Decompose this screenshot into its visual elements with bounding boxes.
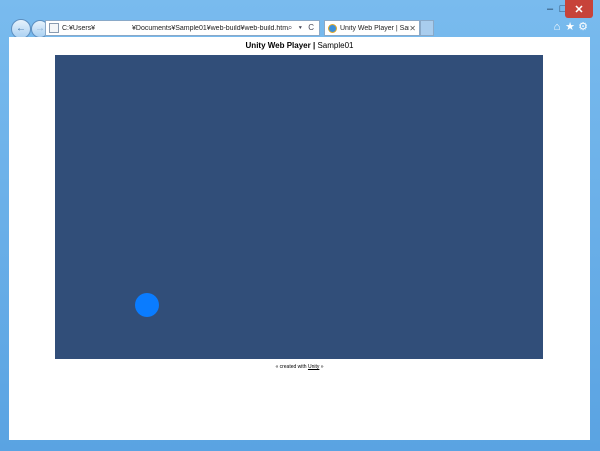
- unity-link[interactable]: Unity: [308, 364, 319, 370]
- footer-suffix: »: [319, 364, 324, 370]
- ball-sprite: [135, 293, 159, 317]
- gear-icon[interactable]: ⚙: [577, 20, 589, 34]
- forward-arrow-icon: →: [35, 23, 45, 34]
- close-button[interactable]: ✕: [565, 0, 593, 18]
- tab-unity-web-player[interactable]: Unity Web Player | Sam... ✕: [324, 20, 420, 36]
- unity-player-canvas[interactable]: [55, 55, 543, 359]
- home-icon[interactable]: ⌂: [551, 20, 563, 34]
- page-icon: [49, 23, 59, 33]
- ie-icon: [328, 23, 337, 33]
- tab-close-icon[interactable]: ✕: [409, 24, 419, 33]
- back-arrow-icon: ←: [16, 23, 26, 34]
- search-refresh-icons[interactable]: ⌕ ▾ C: [288, 23, 319, 33]
- tab-title: Unity Web Player | Sam...: [340, 24, 409, 32]
- browser-window: – □ ✕ ← → C:¥Users¥ ¥Documents¥Sample01¥…: [0, 0, 600, 451]
- footer: « created with Unity »: [9, 364, 590, 370]
- favorites-icon[interactable]: ★: [564, 20, 576, 34]
- page-content: Unity Web Player | Sample01 « created wi…: [9, 37, 590, 440]
- footer-prefix: « created with: [275, 364, 308, 370]
- url-text[interactable]: C:¥Users¥ ¥Documents¥Sample01¥web-build¥…: [62, 25, 288, 32]
- page-title-bold: Unity Web Player: [245, 41, 311, 50]
- address-bar[interactable]: C:¥Users¥ ¥Documents¥Sample01¥web-build¥…: [45, 20, 320, 36]
- page-title-name: Sample01: [317, 41, 354, 50]
- page-title: Unity Web Player | Sample01: [9, 41, 590, 50]
- back-button[interactable]: ←: [11, 19, 31, 39]
- new-tab-button[interactable]: [420, 20, 434, 36]
